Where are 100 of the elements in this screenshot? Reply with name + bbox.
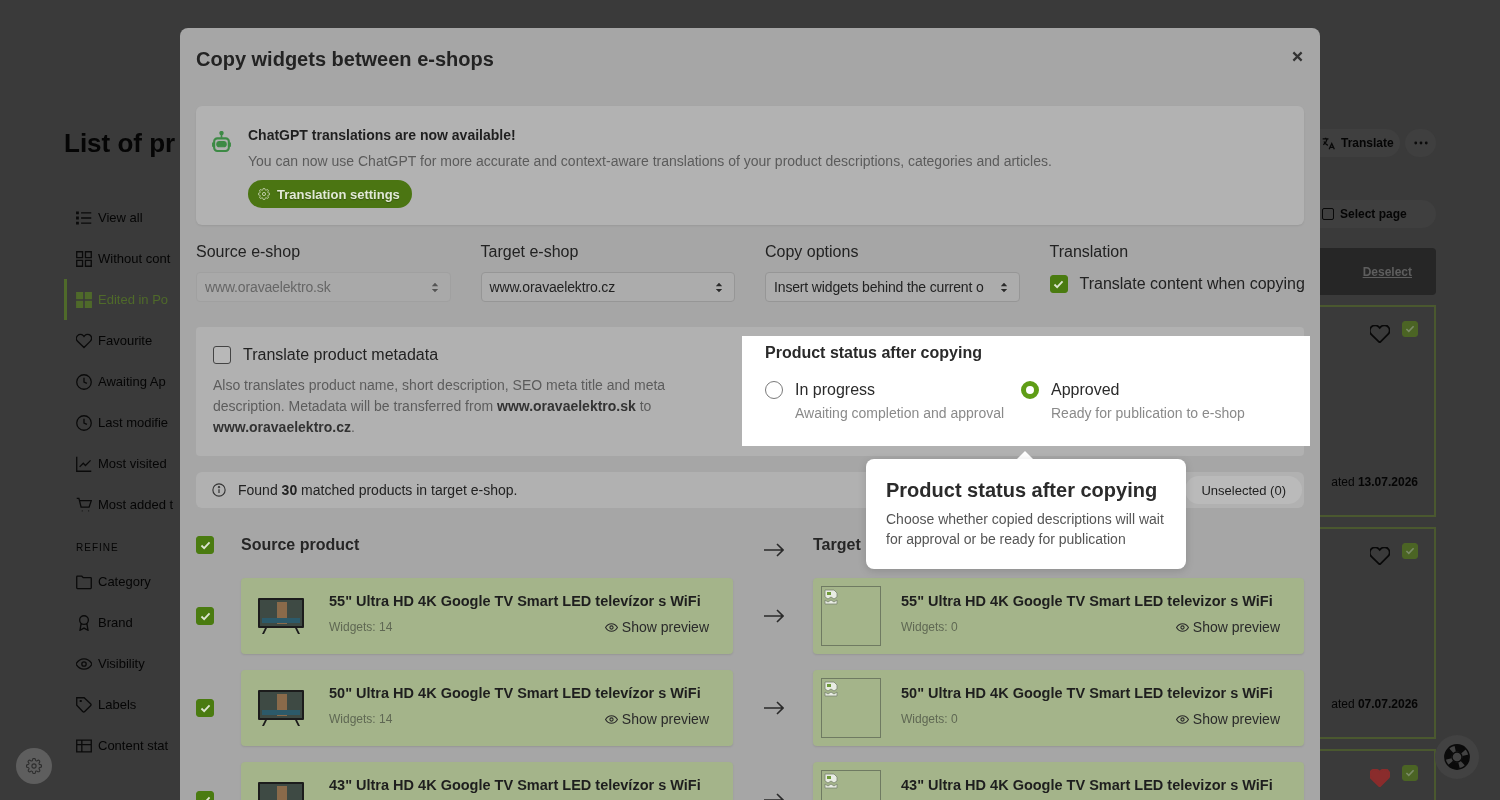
clock-icon <box>76 373 92 390</box>
robot-icon <box>212 131 231 152</box>
notice-title: ChatGPT translations are now available! <box>248 126 516 145</box>
heart-icon <box>76 332 92 349</box>
radio-button[interactable] <box>765 381 783 399</box>
tooltip-title: Product status after copying <box>886 478 1159 502</box>
help-button[interactable] <box>1435 735 1479 779</box>
show-preview-link[interactable]: Show preview <box>604 711 709 727</box>
checkmark-icon <box>1405 769 1415 777</box>
lifebuoy-icon <box>1444 744 1470 770</box>
broken-image-icon <box>824 589 838 605</box>
tooltip-text: Choose whether copied descriptions will wait for approval or be ready for publication <box>886 510 1165 549</box>
translation-settings-button[interactable]: Translation settings <box>248 180 412 208</box>
info-icon <box>212 483 226 497</box>
option-description: Awaiting completion and approval <box>795 404 1005 423</box>
select-field[interactable]: Insert widgets behind the current o <box>765 272 1020 302</box>
checkmark-icon <box>199 611 211 621</box>
checkbox[interactable] <box>1049 275 1068 293</box>
arrow-right-icon <box>762 543 784 557</box>
list-icon <box>76 209 92 226</box>
radio-button[interactable] <box>1021 381 1039 399</box>
arrow-right-icon <box>762 609 784 623</box>
translate-button[interactable]: Translate <box>1320 129 1400 157</box>
field-label: Target e-shop <box>480 242 579 262</box>
option-description: Ready for publication to e-shop <box>1051 404 1245 423</box>
tv-product-image <box>257 688 305 728</box>
checkbox[interactable] <box>213 346 231 364</box>
summary-text: Found 30 matched products in target e-shop. <box>238 482 518 498</box>
caret-icon <box>715 281 723 293</box>
unselected-filter-button[interactable]: Unselected (0) <box>1185 476 1302 504</box>
notice-text: You can now use ChatGPT for more accurate and context-aware translations of your product descriptions, categories and articles. <box>248 152 1052 171</box>
broken-image-icon <box>824 681 838 697</box>
metadata-description: Also translates product name, short description, SEO meta title and meta description. Metadata will be transferred from www.oravaelektro.sk to www.oravaelektro.cz. <box>213 376 667 437</box>
column-heading: Source product <box>241 536 360 554</box>
eye-icon <box>604 622 618 632</box>
checkbox[interactable] <box>196 607 214 625</box>
caret-icon <box>999 281 1008 293</box>
option-label[interactable]: Approved <box>1051 381 1120 399</box>
product-title: 50" Ultra HD 4K Google TV Smart LED televizor s WiFi <box>901 684 1273 703</box>
more-dots-icon <box>1413 141 1428 145</box>
show-preview-link[interactable]: Show preview <box>1175 711 1280 727</box>
cart-icon <box>76 496 92 513</box>
settings-button[interactable] <box>16 748 52 784</box>
broken-image-icon <box>824 773 838 789</box>
checkmark-icon <box>1053 279 1064 289</box>
product-title: 43" Ultra HD 4K Google TV Smart LED televizor s WiFi <box>901 776 1273 795</box>
table-icon <box>76 737 92 754</box>
squares-icon <box>76 291 92 308</box>
select-all-checkbox[interactable] <box>196 536 214 554</box>
checkmark-icon <box>199 540 211 550</box>
folder-icon <box>76 573 92 590</box>
checkbox[interactable] <box>1402 321 1418 337</box>
heart-icon[interactable] <box>1370 325 1390 343</box>
checkmark-icon <box>1405 547 1415 555</box>
more-button[interactable] <box>1405 129 1436 157</box>
show-preview-link[interactable]: Show preview <box>1175 619 1280 635</box>
select-page-button[interactable]: Select page <box>1320 200 1436 228</box>
field-label: Copy options <box>765 242 859 262</box>
checkbox-label[interactable]: Translate content when copying <box>1079 275 1305 293</box>
checkbox-label[interactable]: Translate product metadata <box>243 346 439 364</box>
checkbox[interactable] <box>196 699 214 717</box>
product-title: 55" Ultra HD 4K Google TV Smart LED televízor s WiFi <box>329 592 701 611</box>
widget-count: Widgets: 14 <box>329 712 393 726</box>
status-title: Product status after copying <box>765 343 982 363</box>
grid-icon <box>76 250 92 267</box>
widget-count: Widgets: 14 <box>329 620 393 634</box>
caret-icon <box>430 281 439 293</box>
eye-icon <box>604 714 618 724</box>
medal-icon <box>76 614 92 631</box>
heart-icon[interactable] <box>1370 547 1390 565</box>
field-label: Translation <box>1049 242 1129 262</box>
checkmark-icon <box>199 703 211 713</box>
column-heading: Target <box>813 536 861 554</box>
arrow-right-icon <box>762 701 784 715</box>
close-icon[interactable] <box>1292 50 1303 62</box>
product-title: 43" Ultra HD 4K Google TV Smart LED televízor s WiFi <box>329 776 701 795</box>
tv-product-image <box>257 596 305 636</box>
eye-icon <box>1175 714 1189 724</box>
deselect-link[interactable]: Deselect <box>1362 264 1412 279</box>
checkmark-icon <box>1405 325 1415 333</box>
clock-icon <box>76 414 92 431</box>
heart-icon[interactable] <box>1370 769 1390 787</box>
select-field[interactable]: www.oravaelektro.cz <box>480 272 735 302</box>
widget-count: Widgets: 0 <box>901 620 958 634</box>
settings-icon <box>26 758 42 774</box>
widget-count: Widgets: 0 <box>901 712 958 726</box>
product-title: 55" Ultra HD 4K Google TV Smart LED televizor s WiFi <box>901 592 1273 611</box>
chart-icon <box>76 455 92 472</box>
dialog-title: Copy widgets between e-shops <box>196 47 494 71</box>
option-label[interactable]: In progress <box>795 381 876 399</box>
checkbox[interactable] <box>1402 543 1418 559</box>
translate-icon <box>1322 136 1335 150</box>
field-label: Source e-shop <box>196 242 301 262</box>
product-title: 50" Ultra HD 4K Google TV Smart LED televízor s WiFi <box>329 684 701 703</box>
eye-icon <box>1175 622 1189 632</box>
checkbox[interactable] <box>1402 765 1418 781</box>
eye-icon <box>76 655 92 672</box>
show-preview-link[interactable]: Show preview <box>604 619 709 635</box>
checkbox[interactable] <box>1322 208 1334 220</box>
tag-icon <box>76 696 92 713</box>
